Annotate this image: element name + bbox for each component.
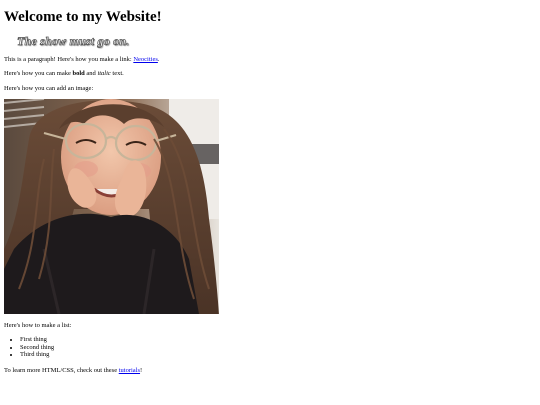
format-paragraph-and: and [84,70,98,77]
image-paragraph: Here's how you can add an image: [4,85,94,92]
list-item: First thing [20,336,54,344]
list-item: Second thing [20,344,54,352]
link-paragraph-text: This is a paragraph! Here's how you make… [4,56,134,63]
decorative-script-text: The show must go on. [17,34,130,49]
link-paragraph-end: . [157,56,160,63]
format-paragraph-end: text. [110,70,124,77]
portrait-photo [4,99,219,314]
learn-paragraph-end: ! [140,367,143,374]
link-paragraph: This is a paragraph! Here's how you make… [4,55,160,64]
tutorials-link[interactable]: tutorials [119,367,140,374]
list-item: Third thing [20,351,54,359]
page-title: Welcome to my Website! [4,9,162,25]
format-paragraph: Here's how you can make bold and italic … [4,69,124,78]
format-paragraph-text: Here's how you can make [4,70,73,77]
italic-example: italic [97,70,111,77]
example-list: First thing Second thing Third thing [4,336,54,359]
learn-paragraph: To learn more HTML/CSS, check out these … [4,366,142,375]
bold-example: bold [72,70,85,77]
list-intro: Here's how to make a list: [4,322,72,329]
learn-paragraph-text: To learn more HTML/CSS, check out these [4,367,119,374]
neocities-link[interactable]: Neocities [133,56,158,63]
